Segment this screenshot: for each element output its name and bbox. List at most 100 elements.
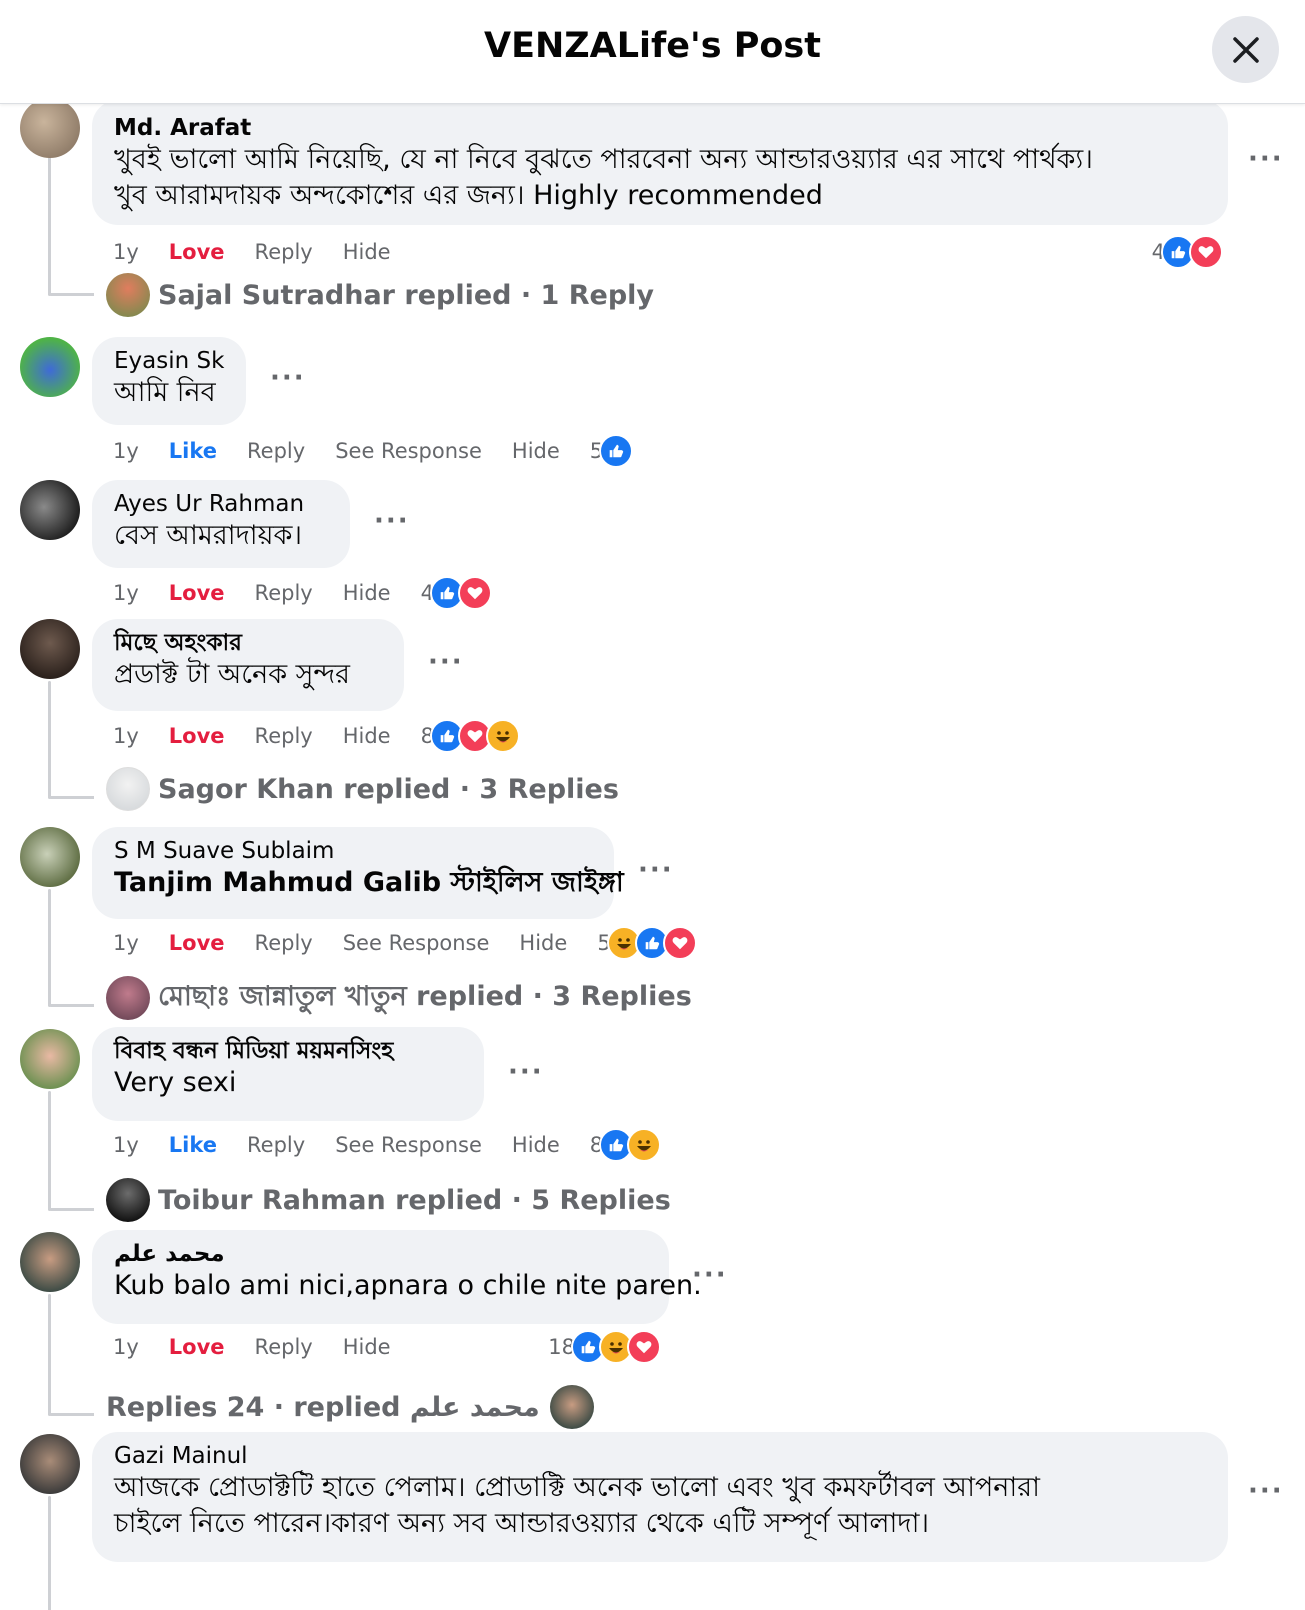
reply-button[interactable]: Reply bbox=[255, 240, 313, 264]
reply-button[interactable]: Reply bbox=[255, 1335, 313, 1359]
comment-bubble: মিছে অহংকার প্রডাক্ট টা অনেক সুন্দর bbox=[92, 619, 404, 711]
replies-summary: Toibur Rahman replied · 5 Replies bbox=[158, 1184, 671, 1216]
reply-button[interactable]: Reply bbox=[255, 931, 313, 955]
avatar[interactable] bbox=[20, 104, 80, 158]
comment-text: চাইলে নিতে পারেন।কারণ অন্য সব আন্ডারওয়্… bbox=[114, 1508, 930, 1539]
reply-button[interactable]: Reply bbox=[255, 724, 313, 748]
comment-bubble: বিবাহ বন্ধন মিডিয়া ময়মনসিংহ Very sexi bbox=[92, 1027, 484, 1121]
avatar bbox=[106, 1178, 150, 1222]
view-replies-link[interactable]: Sajal Sutradhar replied · 1 Reply bbox=[106, 272, 654, 318]
reply-button[interactable]: Reply bbox=[255, 581, 313, 605]
comment-bubble: محمد علم Kub balo ami nici,apnara o chil… bbox=[92, 1230, 702, 1324]
hide-button[interactable]: Hide bbox=[512, 439, 560, 463]
avatar bbox=[549, 1385, 594, 1429]
timestamp[interactable]: 1y bbox=[113, 931, 139, 955]
comments-list: Md. Arafat খুবই ভালো আমি নিয়েছি, যে না … bbox=[0, 104, 1305, 1610]
avatar bbox=[106, 767, 150, 811]
comment-actions: 1y Love Reply See Response Hide 5 bbox=[113, 926, 697, 960]
more-options-icon[interactable]: ··· bbox=[1248, 1476, 1284, 1506]
commenter-name[interactable]: Md. Arafat bbox=[114, 114, 1206, 142]
reaction-summary[interactable]: 5 bbox=[597, 926, 697, 960]
reaction-summary[interactable]: 4 bbox=[421, 576, 492, 610]
view-replies-link[interactable]: Toibur Rahman replied · 5 Replies bbox=[106, 1177, 671, 1223]
reaction-button[interactable]: Love bbox=[169, 724, 225, 748]
haha-reaction-icon bbox=[627, 1128, 662, 1162]
reaction-summary[interactable]: 5 bbox=[590, 434, 634, 468]
avatar[interactable] bbox=[20, 480, 80, 540]
comment-bubble: Eyasin Sk আমি নিব bbox=[92, 337, 246, 425]
love-reaction-icon bbox=[662, 926, 697, 960]
more-options-icon[interactable]: ··· bbox=[1248, 144, 1284, 174]
see-response-button[interactable]: See Response bbox=[335, 439, 482, 463]
timestamp[interactable]: 1y bbox=[113, 1335, 139, 1359]
commenter-name[interactable]: Eyasin Sk bbox=[114, 347, 224, 375]
commenter-name[interactable]: محمد علم bbox=[114, 1240, 647, 1268]
timestamp[interactable]: 1y bbox=[113, 1133, 139, 1157]
close-button[interactable] bbox=[1212, 16, 1279, 83]
avatar[interactable] bbox=[20, 1434, 80, 1494]
more-options-icon[interactable]: ··· bbox=[374, 506, 410, 536]
replies-summary: Sajal Sutradhar replied · 1 Reply bbox=[158, 279, 655, 311]
comment-bubble: Gazi Mainul আজকে প্রোডাক্টটি হাতে পেলাম।… bbox=[92, 1432, 1228, 1562]
see-response-button[interactable]: See Response bbox=[343, 931, 490, 955]
commenter-name[interactable]: মিছে অহংকার bbox=[114, 629, 382, 657]
comment-actions: 1y Like Reply See Response Hide 8 bbox=[113, 1128, 662, 1162]
view-replies-link[interactable]: মোছাঃ জান্নাতুল খাতুন replied · 3 Replie… bbox=[106, 975, 692, 1021]
reaction-button[interactable]: Like bbox=[169, 1133, 217, 1157]
timestamp[interactable]: 1y bbox=[113, 439, 139, 463]
avatar[interactable] bbox=[20, 827, 80, 887]
comment-text: Tanjim Mahmud Galib স্টাইলিস জাইঙ্গা bbox=[114, 867, 624, 898]
comment-actions: 1y Like Reply See Response Hide 5 bbox=[113, 434, 634, 468]
reaction-button[interactable]: Love bbox=[169, 1335, 225, 1359]
love-reaction-icon bbox=[627, 1330, 661, 1364]
hide-button[interactable]: Hide bbox=[343, 581, 391, 605]
more-options-icon[interactable]: ··· bbox=[692, 1260, 728, 1290]
reply-button[interactable]: Reply bbox=[247, 439, 305, 463]
replies-summary: মোছাঃ জান্নাতুল খাতুন replied · 3 Replie… bbox=[158, 980, 692, 1012]
comment-text: বেস আমরাদায়ক। bbox=[114, 520, 303, 551]
hide-button[interactable]: Hide bbox=[343, 1335, 391, 1359]
replies-summary: Replies 24 · replied محمد علم bbox=[106, 1391, 540, 1423]
comment-text: খুব আরামদায়ক অন্দকোশের এর জন্য। Highly … bbox=[114, 180, 823, 211]
reaction-button[interactable]: Like bbox=[169, 439, 217, 463]
commenter-name[interactable]: S M Suave Sublaim bbox=[114, 837, 592, 865]
view-replies-link[interactable]: Replies 24 · replied محمد علم bbox=[106, 1384, 602, 1430]
hide-button[interactable]: Hide bbox=[519, 931, 567, 955]
more-options-icon[interactable]: ··· bbox=[508, 1057, 544, 1087]
avatar[interactable] bbox=[20, 1232, 80, 1292]
comment-text: Kub balo ami nici,apnara o chile nite pa… bbox=[114, 1270, 702, 1301]
reaction-summary[interactable]: 8 bbox=[590, 1128, 662, 1162]
reaction-button[interactable]: Love bbox=[169, 240, 225, 264]
timestamp[interactable]: 1y bbox=[113, 581, 139, 605]
comment-text: প্রডাক্ট টা অনেক সুন্দর bbox=[114, 659, 351, 690]
hide-button[interactable]: Hide bbox=[343, 240, 391, 264]
more-options-icon[interactable]: ··· bbox=[270, 363, 306, 393]
avatar[interactable] bbox=[20, 337, 80, 397]
reaction-summary[interactable]: 18 bbox=[548, 1330, 661, 1364]
see-response-button[interactable]: See Response bbox=[335, 1133, 482, 1157]
view-replies-link[interactable]: Sagor Khan replied · 3 Replies bbox=[106, 766, 619, 812]
commenter-name[interactable]: Ayes Ur Rahman bbox=[114, 490, 328, 518]
commenter-name[interactable]: বিবাহ বন্ধন মিডিয়া ময়মনসিংহ bbox=[114, 1037, 462, 1065]
hide-button[interactable]: Hide bbox=[512, 1133, 560, 1157]
more-options-icon[interactable]: ··· bbox=[638, 855, 674, 885]
haha-reaction-icon bbox=[485, 719, 520, 753]
reaction-summary[interactable]: 8 bbox=[421, 719, 520, 753]
replies-summary: Sagor Khan replied · 3 Replies bbox=[158, 773, 619, 805]
reply-button[interactable]: Reply bbox=[247, 1133, 305, 1157]
hide-button[interactable]: Hide bbox=[343, 724, 391, 748]
comment-text: খুবই ভালো আমি নিয়েছি, যে না নিবে বুঝতে … bbox=[114, 144, 1093, 175]
commenter-name[interactable]: Gazi Mainul bbox=[114, 1442, 1206, 1470]
avatar[interactable] bbox=[20, 1029, 80, 1089]
avatar[interactable] bbox=[20, 619, 80, 679]
comment-actions: 1y Love Reply Hide 4 bbox=[113, 235, 1223, 269]
more-options-icon[interactable]: ··· bbox=[428, 647, 464, 677]
reaction-button[interactable]: Love bbox=[169, 581, 225, 605]
avatar bbox=[106, 273, 150, 317]
timestamp[interactable]: 1y bbox=[113, 724, 139, 748]
reaction-summary[interactable]: 4 bbox=[1152, 235, 1223, 269]
love-reaction-icon bbox=[457, 576, 492, 610]
reaction-button[interactable]: Love bbox=[169, 931, 225, 955]
avatar bbox=[106, 976, 150, 1020]
timestamp[interactable]: 1y bbox=[113, 240, 139, 264]
